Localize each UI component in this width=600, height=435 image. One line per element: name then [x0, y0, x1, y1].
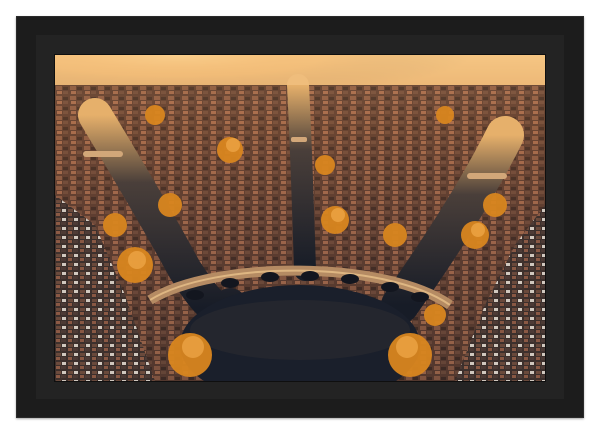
aerial-canal-photo	[55, 55, 545, 381]
framed-photo	[55, 55, 545, 381]
